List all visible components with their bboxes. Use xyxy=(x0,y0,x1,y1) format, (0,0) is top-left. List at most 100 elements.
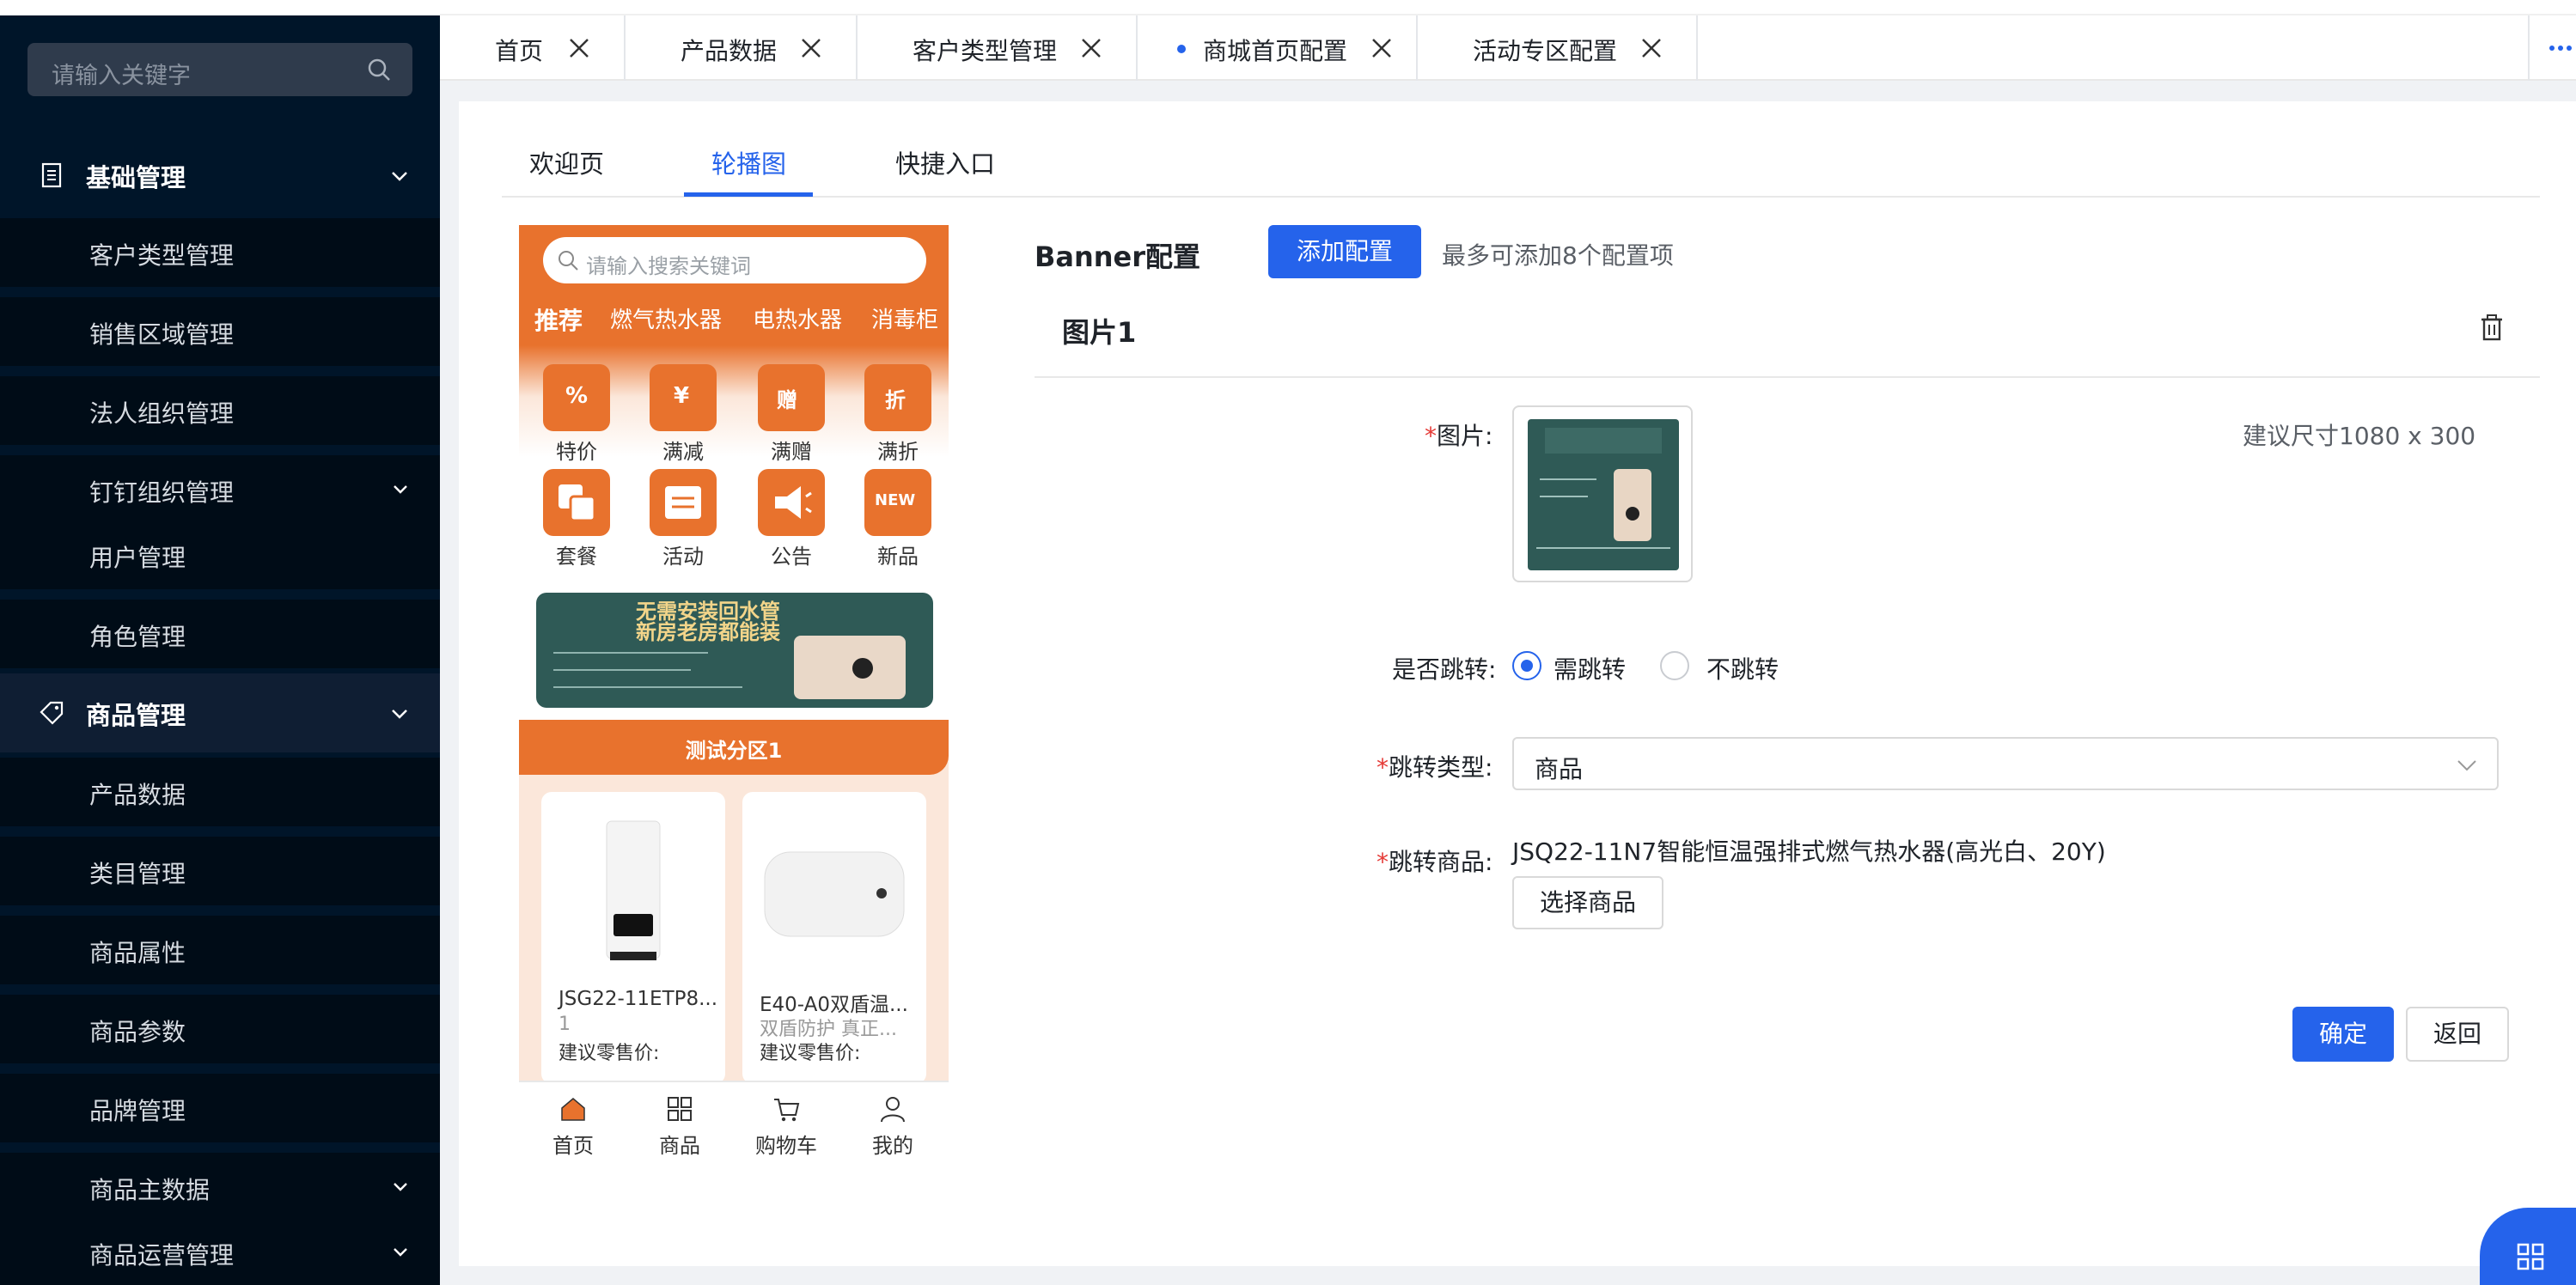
tab-customer-type[interactable]: 客户类型管理 xyxy=(858,15,1138,81)
quick-entry-full-reduction[interactable]: ¥ 满减 xyxy=(636,364,730,472)
sidebar-item-attributes[interactable]: 商品属性 xyxy=(0,916,440,984)
radio-no-jump[interactable] xyxy=(1660,651,1689,680)
quick-entry-activity[interactable]: 活动 xyxy=(636,469,730,577)
preview-category[interactable]: 电热水器 xyxy=(753,302,842,334)
sidebar-item-product-data[interactable]: 产品数据 xyxy=(0,758,440,826)
new-badge-icon: NEW xyxy=(864,469,931,536)
sidebar-item-label: 类目管理 xyxy=(89,860,186,888)
quick-entry-label: 满赠 xyxy=(771,440,812,464)
quick-entry-new[interactable]: NEW 新品 xyxy=(851,469,945,577)
tab-home[interactable]: 首页 xyxy=(440,15,626,81)
nav-mine[interactable]: 我的 xyxy=(845,1091,940,1160)
package-icon xyxy=(543,469,610,536)
sidebar-item-dingtalk-org[interactable]: 钉钉组织管理 xyxy=(0,455,440,524)
money-bag-icon: ¥ xyxy=(650,364,717,431)
trash-icon[interactable] xyxy=(2478,313,2506,342)
search-icon[interactable] xyxy=(366,57,392,82)
size-hint: 建议尺寸1080 x 300 xyxy=(2243,422,2476,450)
preview-product-card[interactable]: E40-A0双盾温... 双盾防护 真正... 建议零售价: xyxy=(742,792,926,1084)
preview-product-card[interactable]: JSG22-11ETP8... 1 建议零售价: xyxy=(541,792,725,1084)
grid-icon xyxy=(668,1097,692,1121)
banner-image-upload[interactable] xyxy=(1512,405,1693,582)
back-button[interactable]: 返回 xyxy=(2406,1007,2509,1062)
tab-mall-home-config[interactable]: 商城首页配置 xyxy=(1138,15,1418,81)
radio-need-jump[interactable] xyxy=(1512,651,1541,680)
sidebar-item-users[interactable]: 用户管理 xyxy=(0,521,440,589)
quick-entry-label: 公告 xyxy=(771,545,812,569)
quick-glyph: ¥ xyxy=(674,383,690,409)
preview-banner-image[interactable]: 无需安装回水管 新房老房都能装 xyxy=(536,593,933,708)
radio-label[interactable]: 需跳转 xyxy=(1554,651,1626,685)
quick-entry-full-discount[interactable]: 折满折 xyxy=(851,364,945,472)
sidebar: 请输入关键字 基础管理 客户类型管理 销售区域管理 法人组织管理 钉钉组织管理 … xyxy=(0,0,440,1285)
sidebar-item-goods-master[interactable]: 商品主数据 xyxy=(0,1153,440,1221)
quick-entry-label: 新品 xyxy=(877,545,919,569)
sidebar-item-legal-org[interactable]: 法人组织管理 xyxy=(0,376,440,445)
top-header-strip xyxy=(440,0,2576,15)
select-product-button[interactable]: 选择商品 xyxy=(1512,876,1663,929)
quick-entry-notice[interactable]: 公告 xyxy=(744,469,839,577)
tabs-bar: 首页 产品数据 客户类型管理 商城首页配置 活动专区配置 xyxy=(440,15,2576,81)
subtab-welcome[interactable]: 欢迎页 xyxy=(529,144,604,180)
add-config-button[interactable]: 添加配置 xyxy=(1268,225,1421,278)
sidebar-item-sales-region[interactable]: 销售区域管理 xyxy=(0,297,440,366)
sidebar-item-category[interactable]: 类目管理 xyxy=(0,837,440,905)
sidebar-item-params[interactable]: 商品参数 xyxy=(0,995,440,1063)
menu-group-label: 基础管理 xyxy=(86,163,186,192)
sidebar-item-label: 商品运营管理 xyxy=(89,1241,235,1270)
tab-label: 产品数据 xyxy=(681,37,778,65)
quick-entry-package[interactable]: 套餐 xyxy=(529,469,624,577)
sidebar-item-goods-ops[interactable]: 商品运营管理 xyxy=(0,1218,440,1285)
sidebar-item-label: 品牌管理 xyxy=(89,1097,186,1125)
quick-entry-special-price[interactable]: % 特价 xyxy=(529,364,624,472)
subtabs: 欢迎页 轮播图 快捷入口 xyxy=(502,101,2540,198)
card-divider xyxy=(1035,376,2540,378)
subtab-quick-entry[interactable]: 快捷入口 xyxy=(895,144,995,180)
megaphone-icon xyxy=(758,469,825,536)
confirm-button[interactable]: 确定 xyxy=(2292,1007,2394,1062)
tag-icon xyxy=(40,701,64,725)
quick-entry-label: 活动 xyxy=(662,545,704,569)
quick-glyph: NEW xyxy=(875,491,916,509)
sidebar-search-input[interactable]: 请输入关键字 xyxy=(27,43,412,96)
preview-search-input[interactable]: 请输入搜索关键词 xyxy=(543,237,926,283)
close-icon[interactable] xyxy=(1077,34,1105,62)
tab-activity-zone[interactable]: 活动专区配置 xyxy=(1418,15,1698,81)
nav-cart[interactable]: 购物车 xyxy=(739,1091,833,1160)
banner-thumbnail xyxy=(1528,419,1679,570)
quick-glyph: 折 xyxy=(885,388,906,412)
preview-category[interactable]: 推荐 xyxy=(534,302,583,337)
more-icon[interactable] xyxy=(2530,15,2576,81)
user-icon xyxy=(881,1097,905,1123)
close-icon[interactable] xyxy=(565,34,593,62)
product-subtitle: 1 xyxy=(559,1014,571,1035)
tab-label: 客户类型管理 xyxy=(913,37,1058,65)
close-icon[interactable] xyxy=(797,34,825,62)
menu-group-goods[interactable]: 商品管理 xyxy=(0,673,440,752)
sidebar-item-label: 用户管理 xyxy=(89,544,186,572)
radio-label[interactable]: 不跳转 xyxy=(1706,651,1779,685)
more-tabs-button[interactable] xyxy=(2528,15,2576,81)
jump-type-select[interactable]: 商品 xyxy=(1512,737,2499,790)
sidebar-item-brand[interactable]: 品牌管理 xyxy=(0,1074,440,1142)
sidebar-item-customer-type[interactable]: 客户类型管理 xyxy=(0,218,440,287)
nav-label: 商品 xyxy=(659,1134,700,1158)
preview-category[interactable]: 燃气热水器 xyxy=(610,302,722,334)
sidebar-item-roles[interactable]: 角色管理 xyxy=(0,600,440,668)
quick-entry-label: 满折 xyxy=(877,440,919,464)
config-hint: 最多可添加8个配置项 xyxy=(1442,241,1674,270)
close-icon[interactable] xyxy=(1638,34,1665,62)
close-icon[interactable] xyxy=(1368,34,1395,62)
sidebar-item-label: 钉钉组织管理 xyxy=(89,478,235,507)
menu-group-basic[interactable]: 基础管理 xyxy=(0,136,440,215)
jump-field-label: 是否跳转: xyxy=(1392,655,1497,684)
banner-graphic xyxy=(553,636,906,699)
subtab-carousel[interactable]: 轮播图 xyxy=(711,144,786,180)
nav-goods[interactable]: 商品 xyxy=(632,1091,727,1160)
jump-type-value: 商品 xyxy=(1535,755,1584,783)
quick-entry-full-gift[interactable]: 赠满赠 xyxy=(744,364,839,472)
chevron-down-icon xyxy=(394,1248,407,1257)
nav-home[interactable]: 首页 xyxy=(526,1091,620,1160)
tab-product-data[interactable]: 产品数据 xyxy=(626,15,858,81)
preview-category[interactable]: 消毒柜 xyxy=(871,302,938,334)
